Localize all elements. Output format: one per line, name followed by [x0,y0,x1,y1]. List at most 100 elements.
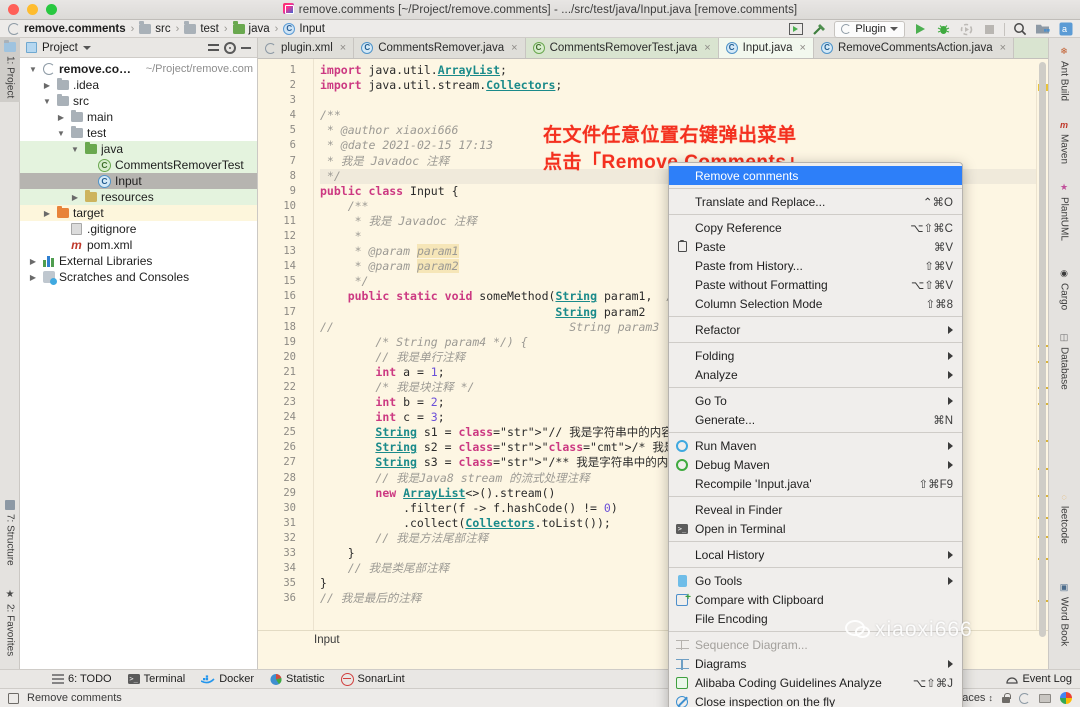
menu-item-sequence-diagram[interactable]: Sequence Diagram... [669,635,962,654]
breadcrumb-item-input[interactable]: C Input [281,23,327,35]
tree-expand-arrow[interactable]: ▼ [70,145,80,154]
tree-node[interactable]: CInput [20,173,257,189]
tree-node[interactable]: ▼remove.comments~/Project/remove.com [20,61,257,77]
menu-item-reveal-in-finder[interactable]: Reveal in Finder [669,500,962,519]
sidebar-item-favorites[interactable]: ★ 2: Favorites [0,585,20,660]
module-icon[interactable] [1019,693,1030,704]
editor-tabs[interactable]: plugin.xml×CCommentsRemover.java×CCommen… [258,38,1048,59]
code-line[interactable] [320,93,1048,108]
close-icon[interactable]: × [1000,42,1006,54]
menu-item-paste-from-history[interactable]: Paste from History...⇧⌘V [669,256,962,275]
right-tool-tab-ant-build[interactable]: ❄Ant Build [1048,42,1080,105]
editor-tab[interactable]: CRemoveCommentsAction.java× [814,38,1014,58]
hide-icon[interactable] [241,47,251,49]
right-tool-tab-plantuml[interactable]: ★PlantUML [1048,178,1080,245]
lock-icon[interactable] [1002,697,1010,703]
bottom-item-sonarlint[interactable]: SonarLint [341,673,405,686]
event-log-button[interactable]: Event Log [1006,673,1072,685]
menu-item-remove-comments[interactable]: Remove comments [669,166,962,185]
menu-item-analyze[interactable]: Analyze [669,365,962,384]
project-structure-icon[interactable] [1035,21,1051,37]
tree-node[interactable]: ▶Scratches and Consoles [20,269,257,285]
bottom-item-terminal[interactable]: >_ Terminal [128,673,186,685]
menu-item-go-to[interactable]: Go To [669,391,962,410]
run-configuration-selector[interactable]: Plugin [834,21,905,38]
menu-item-run-maven[interactable]: Run Maven [669,436,962,455]
tree-node[interactable]: ▼test [20,125,257,141]
tree-node[interactable]: ▶target [20,205,257,221]
tree-node[interactable]: ▼src [20,93,257,109]
collapse-all-icon[interactable] [208,42,219,53]
breadcrumb-item-module[interactable]: remove.comments [6,23,128,35]
scrollbar-thumb[interactable] [1039,62,1046,637]
sidebar-item-structure[interactable]: 7: Structure [0,496,20,570]
close-icon[interactable]: × [511,42,517,54]
select-run-target-icon[interactable] [788,21,804,37]
menu-item-compare-with-clipboard[interactable]: Compare with Clipboard [669,590,962,609]
translate-icon[interactable]: a [1058,21,1074,37]
editor-tab[interactable]: CCommentsRemoverTest.java× [526,38,719,58]
menu-item-local-history[interactable]: Local History [669,545,962,564]
menu-item-debug-maven[interactable]: Debug Maven [669,455,962,474]
editor-tab[interactable]: plugin.xml× [258,38,354,58]
breadcrumb-item-src[interactable]: src [137,23,172,35]
run-with-coverage-icon[interactable] [958,21,974,37]
menu-item-open-in-terminal[interactable]: >_Open in Terminal [669,519,962,538]
right-tool-tab-database[interactable]: ◫Database [1048,328,1080,394]
tree-expand-arrow[interactable]: ▶ [42,209,52,218]
menu-item-recompile-input-java[interactable]: Recompile 'Input.java'⇧⌘F9 [669,474,962,493]
tree-node[interactable]: ▶resources [20,189,257,205]
search-everywhere-icon[interactable] [1012,21,1028,37]
close-icon[interactable]: × [340,42,346,54]
menu-item-file-encoding[interactable]: File Encoding [669,609,962,628]
code-line[interactable]: import java.util.ArrayList; [320,63,1048,78]
editor-scrollbar[interactable] [1038,60,1047,645]
menu-item-copy-reference[interactable]: Copy Reference⌥⇧⌘C [669,218,962,237]
tree-node[interactable]: CCommentsRemoverTest [20,157,257,173]
right-tool-tab-word-book[interactable]: ▣Word Book [1048,578,1080,650]
tree-node[interactable]: ▶main [20,109,257,125]
build-hammer-icon[interactable] [811,21,827,37]
project-tree[interactable]: ▼remove.comments~/Project/remove.com▶.id… [20,58,257,285]
menu-item-alibaba-coding-guidelines-analyze[interactable]: Alibaba Coding Guidelines Analyze⌥⇧⌘J [669,673,962,692]
right-tool-tab-leetcode[interactable]: ◌leetcode [1048,488,1080,548]
sidebar-item-project[interactable]: 1: Project [0,38,20,102]
printer-icon[interactable] [1039,694,1051,703]
menu-item-go-tools[interactable]: Go Tools [669,571,962,590]
menu-item-folding[interactable]: Folding [669,346,962,365]
code-folding-column[interactable] [302,59,314,649]
tree-node[interactable]: ▶.idea [20,77,257,93]
tree-expand-arrow[interactable]: ▶ [28,257,38,266]
editor-tab[interactable]: CCommentsRemover.java× [354,38,525,58]
menu-item-diagrams[interactable]: Diagrams [669,654,962,673]
close-icon[interactable]: × [704,42,710,54]
menu-item-paste-without-formatting[interactable]: Paste without Formatting⌥⇧⌘V [669,275,962,294]
menu-item-column-selection-mode[interactable]: Column Selection Mode⇧⌘8 [669,294,962,313]
menu-item-paste[interactable]: Paste⌘V [669,237,962,256]
tree-expand-arrow[interactable]: ▶ [42,81,52,90]
bottom-item-statistic[interactable]: Statistic [270,673,325,685]
menu-item-generate[interactable]: Generate...⌘N [669,410,962,429]
tree-node[interactable]: mpom.xml [20,237,257,253]
tree-expand-arrow[interactable]: ▶ [56,113,66,122]
tree-expand-arrow[interactable]: ▶ [28,273,38,282]
tree-node[interactable]: .gitignore [20,221,257,237]
tree-expand-arrow[interactable]: ▼ [56,129,66,138]
main-toolbar[interactable]: Plugin a [788,19,1074,39]
tree-expand-arrow[interactable]: ▶ [70,193,80,202]
close-icon[interactable]: × [800,42,806,54]
tree-expand-arrow[interactable]: ▼ [42,97,52,106]
code-line[interactable]: import java.util.stream.Collectors; [320,78,1048,93]
debug-icon[interactable] [935,21,951,37]
stop-icon[interactable] [981,21,997,37]
tree-node[interactable]: ▶External Libraries [20,253,257,269]
settings-gear-icon[interactable] [224,42,236,54]
tree-expand-arrow[interactable]: ▼ [28,65,38,74]
google-icon[interactable] [1060,692,1072,704]
right-tool-tab-cargo[interactable]: ◉Cargo [1048,264,1080,314]
right-tool-tab-maven[interactable]: mMaven [1048,116,1080,168]
bottom-item-todo[interactable]: 6: TODO [52,673,112,685]
breadcrumb-item-java[interactable]: java [231,23,272,35]
chevron-down-icon[interactable] [83,46,91,50]
editor-tab[interactable]: CInput.java× [719,38,814,58]
